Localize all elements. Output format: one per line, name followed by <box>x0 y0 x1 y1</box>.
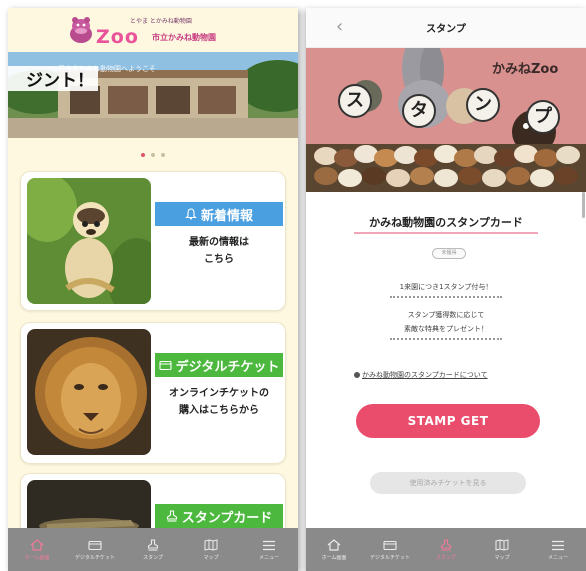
stamp-icon <box>438 539 454 552</box>
logo-zoo-text: Zoo <box>96 26 139 48</box>
tab-digital-ticket[interactable]: デジタルチケット <box>362 528 418 571</box>
tab-label: マップ <box>494 554 510 561</box>
digital-ticket-label-text: デジタルチケット <box>175 359 280 375</box>
digital-ticket-label: デジタルチケット <box>155 353 283 377</box>
dotted-divider <box>390 338 502 340</box>
stamp-header: ‹ スタンプ <box>306 8 586 48</box>
ticket-icon <box>382 539 398 552</box>
tab-label: マップ <box>203 554 219 561</box>
bottom-tab-bar: ホーム画面 デジタルチケット スタンプ マップ メニュー <box>8 528 298 571</box>
news-desc-line: こちら <box>204 254 234 265</box>
tab-home[interactable]: ホーム画面 <box>8 528 66 571</box>
ticket-desc-line: 購入はこちらから <box>179 405 259 416</box>
tab-label: ホーム画面 <box>321 554 347 561</box>
tab-stamp[interactable]: スタンプ <box>124 528 182 571</box>
digital-ticket-card[interactable]: デジタルチケット オンラインチケットの 購入はこちらから <box>20 322 286 464</box>
carousel-dot[interactable] <box>141 153 145 157</box>
stamp-banner: かみねZoo ス タ ン プ <box>306 48 586 192</box>
status-badge: 未獲得 <box>432 248 466 259</box>
home-icon <box>29 539 45 552</box>
carousel-dots <box>8 142 298 161</box>
ticket-desc-line: オンラインチケットの <box>169 388 269 399</box>
monkey-photo <box>27 178 151 304</box>
stamp-card-label: スタンプカード <box>155 504 283 528</box>
banner-stamp-letter: ス <box>338 84 372 118</box>
tab-home[interactable]: ホーム画面 <box>306 528 362 571</box>
bottom-tab-bar: ホーム画面 デジタルチケット スタンプ マップ メニュー <box>306 528 586 571</box>
tab-stamp[interactable]: スタンプ <box>418 528 474 571</box>
news-desc-line: 最新の情報は <box>189 237 249 248</box>
zoo-logo[interactable]: とやま とかみね動物園 Zoo 市立かみね動物園 <box>68 14 248 48</box>
banner-stamp-letter: ン <box>466 88 500 122</box>
tab-label: デジタルチケット <box>370 554 410 561</box>
map-icon <box>203 539 219 552</box>
about-stamp-card-link[interactable]: かみね動物園のスタンプカードについて <box>354 370 488 380</box>
logo-subtitle: 市立かみね動物園 <box>152 33 216 42</box>
ticket-icon <box>159 360 172 370</box>
used-tickets-button[interactable]: 使用済みチケットを見る <box>370 472 526 494</box>
hero-overlay-text: ジント！ <box>8 66 98 91</box>
about-link-text: かみね動物園のスタンプカードについて <box>362 371 488 379</box>
tab-label: スタンプ <box>143 554 163 561</box>
stamp-card-title: かみね動物園のスタンプカード <box>369 216 523 229</box>
rule-line: スタンプ獲得数に応じて <box>407 311 485 319</box>
hippo-mascot-icon <box>70 17 92 43</box>
carousel-dot[interactable] <box>161 153 165 157</box>
banner-stamp-letter: タ <box>402 94 436 128</box>
dotted-divider <box>390 296 502 298</box>
hero-carousel[interactable]: 日立市かみね動物園へようこそ ジント！ <box>8 52 298 138</box>
home-icon <box>326 539 342 552</box>
menu-icon <box>550 539 566 552</box>
news-card[interactable]: 新着情報 最新の情報は こちら <box>20 171 286 311</box>
banner-logo-text: かみねZoo <box>492 62 559 77</box>
rule-line: 1来園につき1スタンプ付与！ <box>399 283 493 291</box>
logo-small-text: とやま とかみね動物園 <box>130 18 192 25</box>
tab-map[interactable]: マップ <box>182 528 240 571</box>
tab-label: スタンプ <box>436 554 456 561</box>
stamp-icon <box>145 539 161 552</box>
news-label: 新着情報 <box>155 202 283 226</box>
menu-icon <box>261 539 277 552</box>
lion-photo <box>27 329 151 455</box>
rule-line: 素敵な特典をプレゼント！ <box>404 325 488 333</box>
tab-map[interactable]: マップ <box>474 528 530 571</box>
app-header: とやま とかみね動物園 Zoo 市立かみね動物園 <box>8 8 298 52</box>
stamp-card-label-text: スタンプカード <box>181 510 273 526</box>
tab-label: メニュー <box>258 554 279 561</box>
digital-ticket-description: オンラインチケットの 購入はこちらから <box>155 385 283 419</box>
map-icon <box>494 539 510 552</box>
tab-menu[interactable]: メニュー <box>530 528 586 571</box>
tab-menu[interactable]: メニュー <box>240 528 298 571</box>
stamp-get-button[interactable]: STAMP GET <box>356 404 540 438</box>
ticket-icon <box>87 539 103 552</box>
carousel-dot[interactable] <box>151 153 155 157</box>
title-underline <box>354 232 538 234</box>
stamp-icon <box>166 510 177 522</box>
tab-label: メニュー <box>547 554 568 561</box>
bell-icon <box>185 208 197 220</box>
page-title: スタンプ <box>426 24 466 35</box>
stamp-screen: ‹ スタンプ かみねZoo ス タ ン プ かみね動物園のスタンプカード 未獲得… <box>306 8 586 571</box>
home-screen: とやま とかみね動物園 Zoo 市立かみね動物園 日立市かみね動物園へようこそ … <box>8 8 298 571</box>
tab-label: ホーム画面 <box>24 554 50 561</box>
tab-digital-ticket[interactable]: デジタルチケット <box>66 528 124 571</box>
screenshot-stage: とやま とかみね動物園 Zoo 市立かみね動物園 日立市かみね動物園へようこそ … <box>0 0 586 571</box>
tab-label: デジタルチケット <box>75 554 115 561</box>
banner-stamp-letter: プ <box>526 100 560 134</box>
info-bullet-icon <box>354 372 360 378</box>
news-description: 最新の情報は こちら <box>155 234 283 268</box>
news-label-text: 新着情報 <box>200 208 253 224</box>
